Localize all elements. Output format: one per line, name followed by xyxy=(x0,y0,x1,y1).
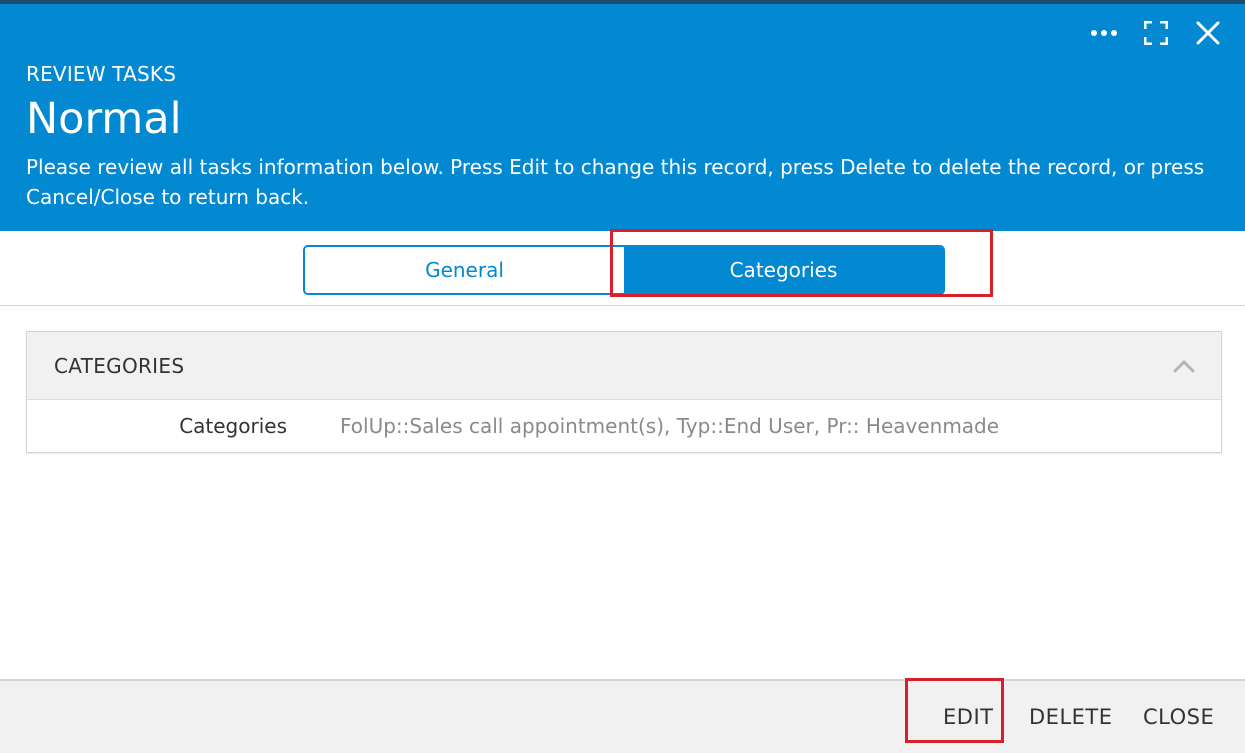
dialog-footer: EDIT DELETE CLOSE xyxy=(0,679,1245,753)
fullscreen-icon[interactable] xyxy=(1141,18,1171,48)
dialog-title: Normal xyxy=(26,94,182,144)
more-icon[interactable] xyxy=(1089,18,1119,48)
categories-panel-header[interactable]: CATEGORIES xyxy=(27,332,1221,400)
header-icons xyxy=(1089,18,1223,48)
close-icon[interactable] xyxy=(1193,18,1223,48)
close-button[interactable]: CLOSE xyxy=(1143,705,1214,729)
field-label: Categories xyxy=(179,414,287,438)
tab-general[interactable]: General xyxy=(305,247,624,293)
tab-divider xyxy=(0,305,1245,306)
field-value: FolUp::Sales call appointment(s), Typ::E… xyxy=(340,414,1000,438)
chevron-up-icon[interactable] xyxy=(1169,351,1199,381)
section-title: CATEGORIES xyxy=(54,353,185,378)
review-tasks-dialog: REVIEW TASKS Normal Please review all ta… xyxy=(0,0,1245,753)
dialog-subtitle: REVIEW TASKS xyxy=(26,62,177,86)
tab-categories[interactable]: Categories xyxy=(624,247,943,293)
dialog-description: Please review all tasks information belo… xyxy=(26,155,1205,209)
dialog-header: REVIEW TASKS Normal Please review all ta… xyxy=(0,4,1245,231)
field-row: Categories FolUp::Sales call appointment… xyxy=(27,400,1221,452)
delete-button[interactable]: DELETE xyxy=(1029,705,1113,729)
edit-button[interactable]: EDIT xyxy=(943,705,993,729)
categories-panel: CATEGORIES Categories FolUp::Sales call … xyxy=(26,331,1222,453)
tab-bar: General Categories xyxy=(303,245,945,295)
